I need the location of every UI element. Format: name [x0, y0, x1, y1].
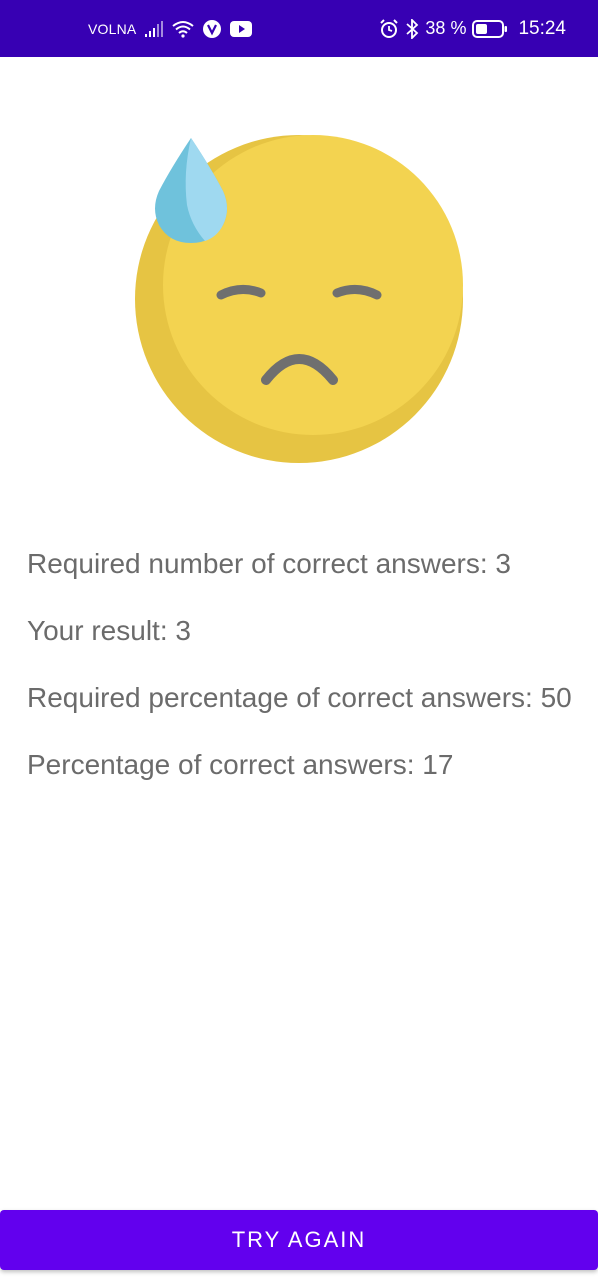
status-bar-left: VOLNA	[88, 0, 253, 57]
signal-icon	[144, 20, 164, 37]
carrier-name: VOLNA	[88, 20, 137, 37]
battery-icon	[472, 19, 508, 38]
battery-percentage: 38 %	[425, 18, 467, 38]
percentage-correct: Percentage of correct answers: 17	[27, 749, 454, 780]
required-percentage: Required percentage of correct answers: …	[27, 682, 572, 713]
clock: 15:24	[518, 17, 566, 39]
status-bar-right: 38 % 15:24	[379, 0, 566, 57]
status-bar: VOLNA 38 % 15:24	[0, 0, 598, 57]
alarm-icon	[379, 18, 399, 39]
your-result: Your result: 3	[27, 615, 191, 646]
wifi-icon	[172, 20, 195, 38]
youtube-icon	[230, 20, 253, 37]
results-section: Required number of correct answers: 3 Yo…	[27, 546, 572, 814]
vk-icon	[202, 19, 222, 39]
sad-sweat-emoji-icon	[133, 133, 465, 465]
bluetooth-icon	[405, 18, 419, 39]
required-correct-answers: Required number of correct answers: 3	[27, 548, 511, 579]
try-again-button[interactable]: TRY AGAIN	[0, 1210, 598, 1270]
